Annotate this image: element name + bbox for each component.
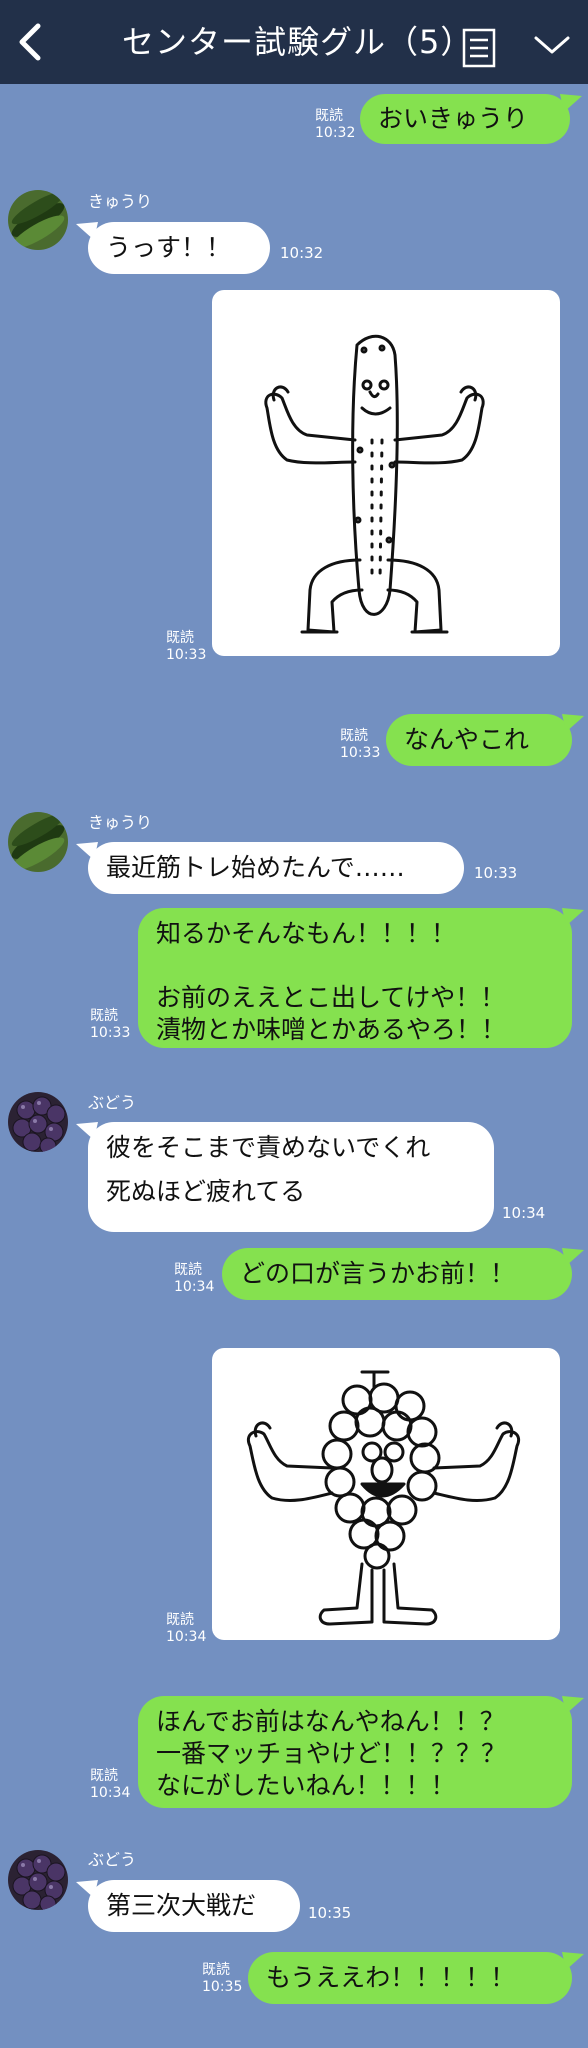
back-button[interactable] (10, 20, 50, 64)
notes-button[interactable] (462, 28, 496, 68)
message-bubble-received[interactable]: 第三次大戦だ (88, 1880, 300, 1932)
read-receipt: 既読 10:34 (166, 1612, 207, 1645)
chevron-left-icon (19, 23, 41, 61)
sender-name: ぶどう (88, 1850, 137, 1869)
avatar-cucumber[interactable] (8, 190, 68, 250)
message-bubble-sent[interactable]: もうええわ！！！！！ (248, 1952, 572, 2004)
bubble-tail (562, 1952, 584, 1970)
grape-avatar-image (8, 1092, 68, 1152)
muscular-grape-drawing (247, 1370, 520, 1626)
chat-title: センター試験グル（5） (122, 23, 474, 61)
message-bubble-sent[interactable]: 知るかそんなもん！！！！ お前のええとこ出してけや！！ 漬物とか味噌とかあるやろ… (138, 908, 572, 1048)
bubble-tail (562, 714, 584, 732)
message-text: おいきゅうり (378, 104, 529, 133)
message-time: 10:33 (474, 864, 518, 882)
message-time: 10:34 (502, 1204, 546, 1222)
message-text: なにがしたいねん！！！！ (156, 1771, 456, 1800)
avatar-grape[interactable] (8, 1850, 68, 1910)
message-text: なんやこれ (404, 725, 530, 754)
message-bubble-received[interactable]: 彼をそこまで責めないでくれ 死ぬほど疲れてる (88, 1122, 494, 1232)
message-bubble-received[interactable]: うっす！！ (88, 222, 270, 274)
image-message-grape[interactable] (212, 1348, 560, 1640)
bubble-tail (562, 1696, 584, 1714)
cucumber-avatar-image (8, 190, 68, 250)
chat-header: センター試験グル（5） (0, 0, 588, 84)
sender-name: きゅうり (88, 813, 153, 832)
menu-button[interactable] (532, 30, 572, 60)
read-receipt: 既読 10:34 (174, 1262, 215, 1295)
message-text: 最近筋トレ始めたんで…… (106, 853, 405, 882)
muscular-cucumber-drawing (264, 334, 485, 634)
message-text: 漬物とか味噌とかあるやろ！！ (156, 1015, 507, 1044)
message-text (156, 950, 554, 982)
message-bubble-sent[interactable]: どの口が言うかお前！！ (222, 1248, 572, 1300)
sender-name: きゅうり (88, 192, 153, 211)
message-text: うっす！！ (106, 233, 232, 262)
bubble-tail (560, 94, 582, 112)
read-receipt: 既読 10:33 (90, 1008, 131, 1041)
read-receipt: 既読 10:33 (340, 728, 381, 761)
message-text: どの口が言うかお前！！ (240, 1259, 516, 1288)
read-receipt: 既読 10:34 (90, 1768, 131, 1801)
grape-avatar-image (8, 1850, 68, 1910)
message-text: もうええわ！！！！！ (266, 1963, 516, 1992)
message-text: ほんでお前はなんやねん！！？ (156, 1707, 505, 1736)
chevron-down-icon (534, 36, 570, 54)
sender-name: ぶどう (88, 1093, 137, 1112)
bubble-tail (562, 1248, 584, 1266)
message-time: 10:32 (280, 244, 324, 262)
read-receipt: 既読 10:35 (202, 1962, 243, 1995)
message-text: 一番マッチョやけど！！？？？ (156, 1739, 507, 1768)
cucumber-avatar-image (8, 812, 68, 872)
message-bubble-received[interactable]: 最近筋トレ始めたんで…… (88, 842, 464, 894)
message-time: 10:35 (308, 1904, 352, 1922)
message-text (106, 1164, 476, 1176)
read-receipt: 既読 10:32 (315, 108, 356, 141)
read-receipt: 既読 10:33 (166, 630, 207, 663)
message-text: お前のええとこ出してけや！！ (156, 983, 506, 1012)
notes-icon (462, 28, 496, 68)
image-message-cucumber[interactable] (212, 290, 560, 656)
message-text: 知るかそんなもん！！！！ (156, 919, 457, 948)
message-bubble-sent[interactable]: おいきゅうり (360, 94, 570, 144)
message-bubble-sent[interactable]: ほんでお前はなんやねん！！？ 一番マッチョやけど！！？？？ なにがしたいねん！！… (138, 1696, 572, 1808)
message-text: 彼をそこまで責めないでくれ (106, 1133, 431, 1162)
avatar-grape[interactable] (8, 1092, 68, 1152)
message-text: 第三次大戦だ (106, 1891, 257, 1920)
bubble-tail (562, 908, 584, 926)
avatar-cucumber[interactable] (8, 812, 68, 872)
message-text: 死ぬほど疲れてる (106, 1177, 306, 1206)
message-bubble-sent[interactable]: なんやこれ (386, 714, 572, 766)
